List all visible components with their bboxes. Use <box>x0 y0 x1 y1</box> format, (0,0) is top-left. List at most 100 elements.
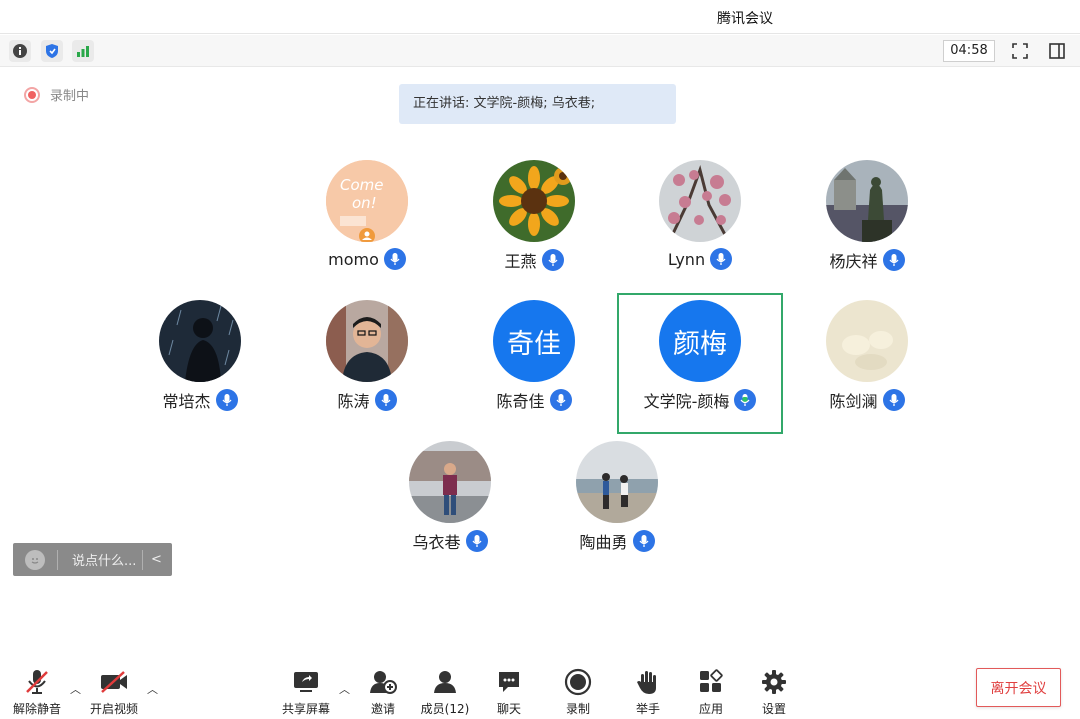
collapse-chat-button[interactable]: < <box>151 552 162 567</box>
sunflower-avatar <box>493 160 575 242</box>
signal-icon[interactable] <box>72 40 94 62</box>
shield-icon[interactable] <box>41 40 63 62</box>
participant-name: 陈涛 <box>337 392 370 411</box>
invite-label: 邀请 <box>370 702 395 716</box>
participant-nameline: 杨庆祥 <box>784 248 950 272</box>
mic-icon <box>549 389 572 411</box>
participant-name: 陈奇佳 <box>496 392 545 411</box>
mic-muted-icon <box>22 667 52 697</box>
participant-nameline: 陈涛 <box>284 388 450 412</box>
add-user-icon <box>368 667 398 697</box>
chat-placeholder[interactable]: 说点什么... <box>72 550 142 569</box>
mic-icon <box>383 248 406 270</box>
chat-input-box[interactable]: 说点什么... < <box>13 543 172 576</box>
divider <box>142 549 143 570</box>
participant-tile[interactable]: 王燕 <box>451 153 617 283</box>
participant-tile[interactable]: Come on! momo <box>284 153 450 283</box>
participant-name: Lynn <box>667 249 706 269</box>
mic-icon <box>215 389 238 411</box>
cream-avatar <box>826 300 908 382</box>
chat-button[interactable]: 聊天 <box>479 667 539 717</box>
participant-nameline: 常培杰 <box>117 388 283 412</box>
mic-icon <box>374 389 397 411</box>
active-speaker-tile[interactable]: 颜梅 文学院-颜梅 <box>617 293 783 434</box>
mic-icon <box>465 530 488 552</box>
settings-label: 设置 <box>761 702 786 716</box>
video-off-icon <box>99 667 129 697</box>
participant-name: momo <box>328 249 379 269</box>
participant-nameline: 王燕 <box>451 248 617 272</box>
participant-tile[interactable]: 陶曲勇 <box>534 434 700 564</box>
participant-tile[interactable]: 乌衣巷 <box>367 434 533 564</box>
record-icon <box>563 667 593 697</box>
participant-name: 常培杰 <box>162 392 211 411</box>
share-screen-icon <box>291 667 321 697</box>
magnolia-avatar <box>659 160 741 242</box>
chat-icon <box>494 667 524 697</box>
share-screen-button[interactable]: 共享屏幕 <box>276 667 336 717</box>
members-button[interactable]: 成员(12) <box>415 667 475 717</box>
audio-options-chevron-icon[interactable]: ︿ <box>70 681 81 697</box>
video-options-chevron-icon[interactable]: ︿ <box>147 681 158 697</box>
svg-text:on!: on! <box>352 194 377 212</box>
status-bar: 04:58 <box>0 35 1080 67</box>
fullscreen-icon[interactable] <box>1009 40 1031 62</box>
settings-button[interactable]: 设置 <box>744 667 804 717</box>
participant-name: 文学院-颜梅 <box>643 392 730 411</box>
gear-icon <box>759 667 789 697</box>
beach-avatar <box>576 441 658 523</box>
hand-icon <box>633 667 663 697</box>
start-video-label: 开启视频 <box>89 702 138 716</box>
leave-meeting-button[interactable]: 离开会议 <box>976 668 1061 707</box>
apps-label: 应用 <box>698 702 723 716</box>
speaking-banner: 正在讲话: 文学院-颜梅; 乌衣巷; <box>399 84 676 124</box>
unmute-button[interactable]: 解除静音 <box>7 667 67 717</box>
record-dot-icon <box>24 86 40 103</box>
participant-tile[interactable]: 陈涛 <box>284 293 450 423</box>
participant-nameline: 陈奇佳 <box>451 388 617 412</box>
members-icon <box>430 667 460 697</box>
meeting-window: 腾讯会议 04:58 录制中 正在讲话: 文学院-颜梅; 乌衣巷; Come on… <box>0 0 1080 719</box>
members-label: 成员(12) <box>420 702 470 716</box>
participant-nameline: momo <box>284 248 450 270</box>
man-street-avatar <box>409 441 491 523</box>
sidebar-layout-icon[interactable] <box>1046 40 1068 62</box>
come-on-avatar: Come on! <box>326 160 408 242</box>
text-avatar: 颜梅 <box>659 300 741 382</box>
info-icon[interactable] <box>9 40 31 62</box>
participant-name: 陶曲勇 <box>579 533 628 552</box>
svg-text:Come: Come <box>340 176 384 194</box>
participant-nameline: 陶曲勇 <box>534 529 700 553</box>
mic-icon <box>632 530 655 552</box>
apps-icon <box>696 667 726 697</box>
raise-hand-label: 举手 <box>635 702 660 716</box>
share-options-chevron-icon[interactable]: ︿ <box>339 681 350 697</box>
participant-tile[interactable]: 杨庆祥 <box>784 153 950 283</box>
participant-nameline: 文学院-颜梅 <box>617 388 783 412</box>
mic-icon <box>710 248 733 270</box>
participant-tile[interactable]: Lynn <box>617 153 783 283</box>
mic-icon <box>882 389 905 411</box>
participant-nameline: Lynn <box>617 248 783 270</box>
divider <box>57 549 58 570</box>
participant-name: 王燕 <box>504 252 537 271</box>
mic-icon <box>882 249 905 271</box>
record-label: 录制 <box>565 702 590 716</box>
participant-name: 陈剑澜 <box>829 392 878 411</box>
recording-indicator: 录制中 <box>24 85 89 104</box>
text-avatar: 奇佳 <box>493 300 575 382</box>
participant-name: 杨庆祥 <box>829 252 878 271</box>
apps-button[interactable]: 应用 <box>681 667 741 717</box>
mic-icon <box>541 249 564 271</box>
record-button[interactable]: 录制 <box>548 667 608 717</box>
invite-button[interactable]: 邀请 <box>353 667 413 717</box>
emoji-icon[interactable] <box>25 549 45 570</box>
participant-tile[interactable]: 奇佳 陈奇佳 <box>451 293 617 423</box>
window-title: 腾讯会议 <box>717 11 773 27</box>
raise-hand-button[interactable]: 举手 <box>618 667 678 717</box>
bottom-toolbar: 解除静音 ︿ 开启视频 ︿ 共享屏幕 ︿ 邀请 成员(12) 聊天 录制 举手 … <box>0 663 1080 719</box>
participant-tile[interactable]: 常培杰 <box>117 293 283 423</box>
recording-label: 录制中 <box>50 89 90 104</box>
start-video-button[interactable]: 开启视频 <box>84 667 144 717</box>
participant-tile[interactable]: 陈剑澜 <box>784 293 950 423</box>
